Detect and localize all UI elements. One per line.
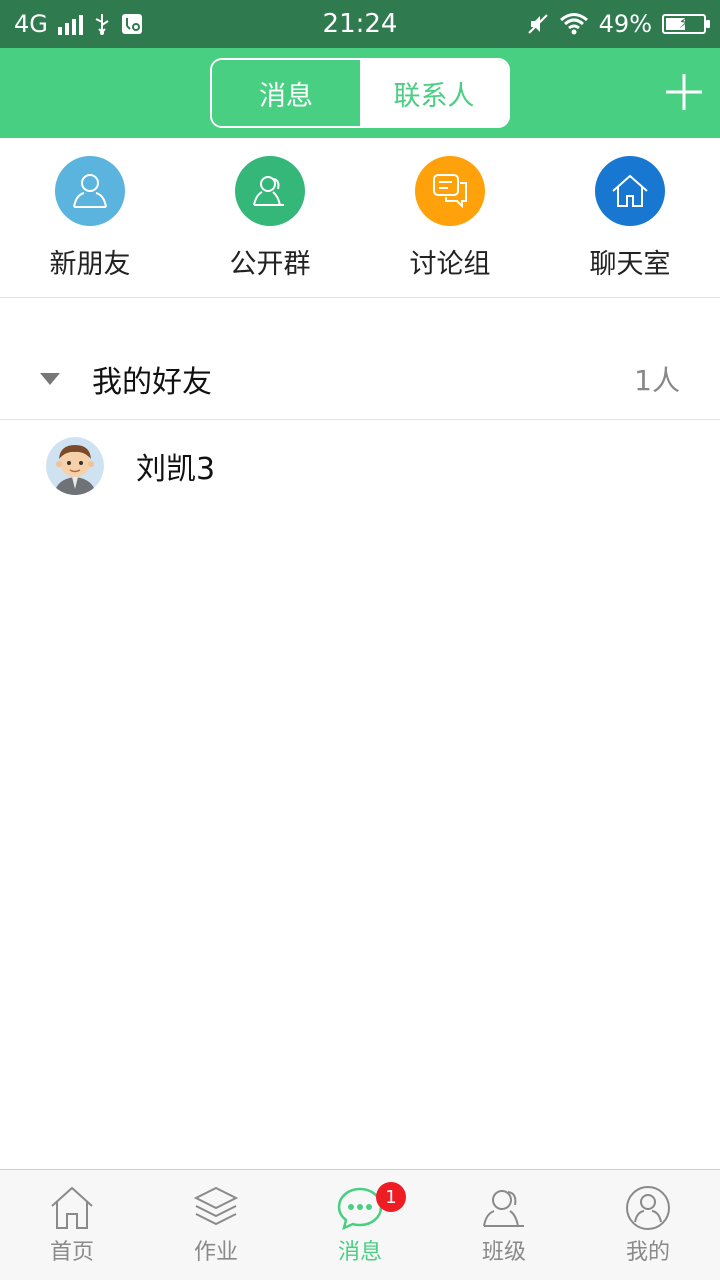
expand-triangle-icon bbox=[40, 372, 60, 385]
nav-label: 作业 bbox=[193, 1240, 238, 1265]
entry-label: 聊天室 bbox=[589, 249, 671, 280]
status-right: 49% ⚡ bbox=[527, 10, 720, 38]
wifi-icon bbox=[559, 13, 588, 35]
top-header: 消息 联系人 bbox=[0, 48, 720, 138]
tab-messages[interactable]: 消息 bbox=[212, 60, 360, 126]
nav-label: 消息 bbox=[337, 1240, 382, 1265]
nav-label: 首页 bbox=[49, 1240, 94, 1265]
group-title: 我的好友 bbox=[92, 364, 212, 400]
quick-entries: 新朋友 公开群 讨论组 聊天室 bbox=[0, 138, 720, 298]
signal-icon bbox=[57, 13, 83, 35]
nav-profile[interactable]: 我的 bbox=[576, 1170, 720, 1280]
home-icon bbox=[51, 1186, 93, 1229]
battery-percent: 49% bbox=[598, 10, 652, 38]
tab-contacts[interactable]: 联系人 bbox=[360, 60, 508, 126]
entry-new-friend[interactable]: 新朋友 bbox=[0, 138, 180, 297]
layers-icon bbox=[193, 1186, 239, 1226]
discussion-icon bbox=[415, 156, 485, 226]
network-type: 4G bbox=[14, 10, 48, 38]
nav-homework[interactable]: 作业 bbox=[144, 1170, 288, 1280]
entry-label: 讨论组 bbox=[409, 249, 491, 280]
usb-debug-icon bbox=[121, 14, 142, 34]
nav-home[interactable]: 首页 bbox=[0, 1170, 144, 1280]
segmented-tabs: 消息 联系人 bbox=[210, 58, 510, 128]
entry-chatroom[interactable]: 聊天室 bbox=[540, 138, 720, 297]
new-friend-icon bbox=[55, 156, 125, 226]
unread-badge: 1 bbox=[376, 1182, 406, 1212]
contact-row[interactable]: 刘凯3 bbox=[0, 420, 720, 512]
nav-class[interactable]: 班级 bbox=[432, 1170, 576, 1280]
profile-icon bbox=[626, 1186, 670, 1230]
usb-icon bbox=[95, 14, 109, 35]
class-people-icon bbox=[483, 1190, 524, 1227]
status-left: 4G bbox=[0, 10, 143, 38]
battery-icon: ⚡ bbox=[662, 13, 710, 34]
entry-label: 新朋友 bbox=[49, 249, 131, 280]
status-bar: 4G 21:24 49% ⚡ bbox=[0, 0, 720, 48]
home-icon bbox=[595, 156, 665, 226]
avatar bbox=[46, 437, 104, 495]
contact-name: 刘凯3 bbox=[136, 452, 216, 487]
entry-label: 公开群 bbox=[229, 249, 311, 280]
public-group-icon bbox=[235, 156, 305, 226]
mute-icon bbox=[527, 14, 548, 34]
nav-messages[interactable]: 1 消息 bbox=[288, 1170, 432, 1280]
nav-label: 我的 bbox=[625, 1240, 670, 1265]
plus-icon[interactable] bbox=[664, 72, 704, 112]
group-count: 1人 bbox=[634, 363, 680, 397]
friends-group-header[interactable]: 我的好友 1人 bbox=[0, 338, 720, 420]
contacts-screen: 4G 21:24 49% ⚡ 消息 联系人 新朋友 公开群 讨论组 聊天室 我的… bbox=[0, 0, 720, 1280]
bottom-nav: 首页 作业 1 消息 班级 我的 bbox=[0, 1169, 720, 1280]
nav-label: 班级 bbox=[481, 1240, 526, 1265]
entry-public-group[interactable]: 公开群 bbox=[180, 138, 360, 297]
entry-discussion[interactable]: 讨论组 bbox=[360, 138, 540, 297]
